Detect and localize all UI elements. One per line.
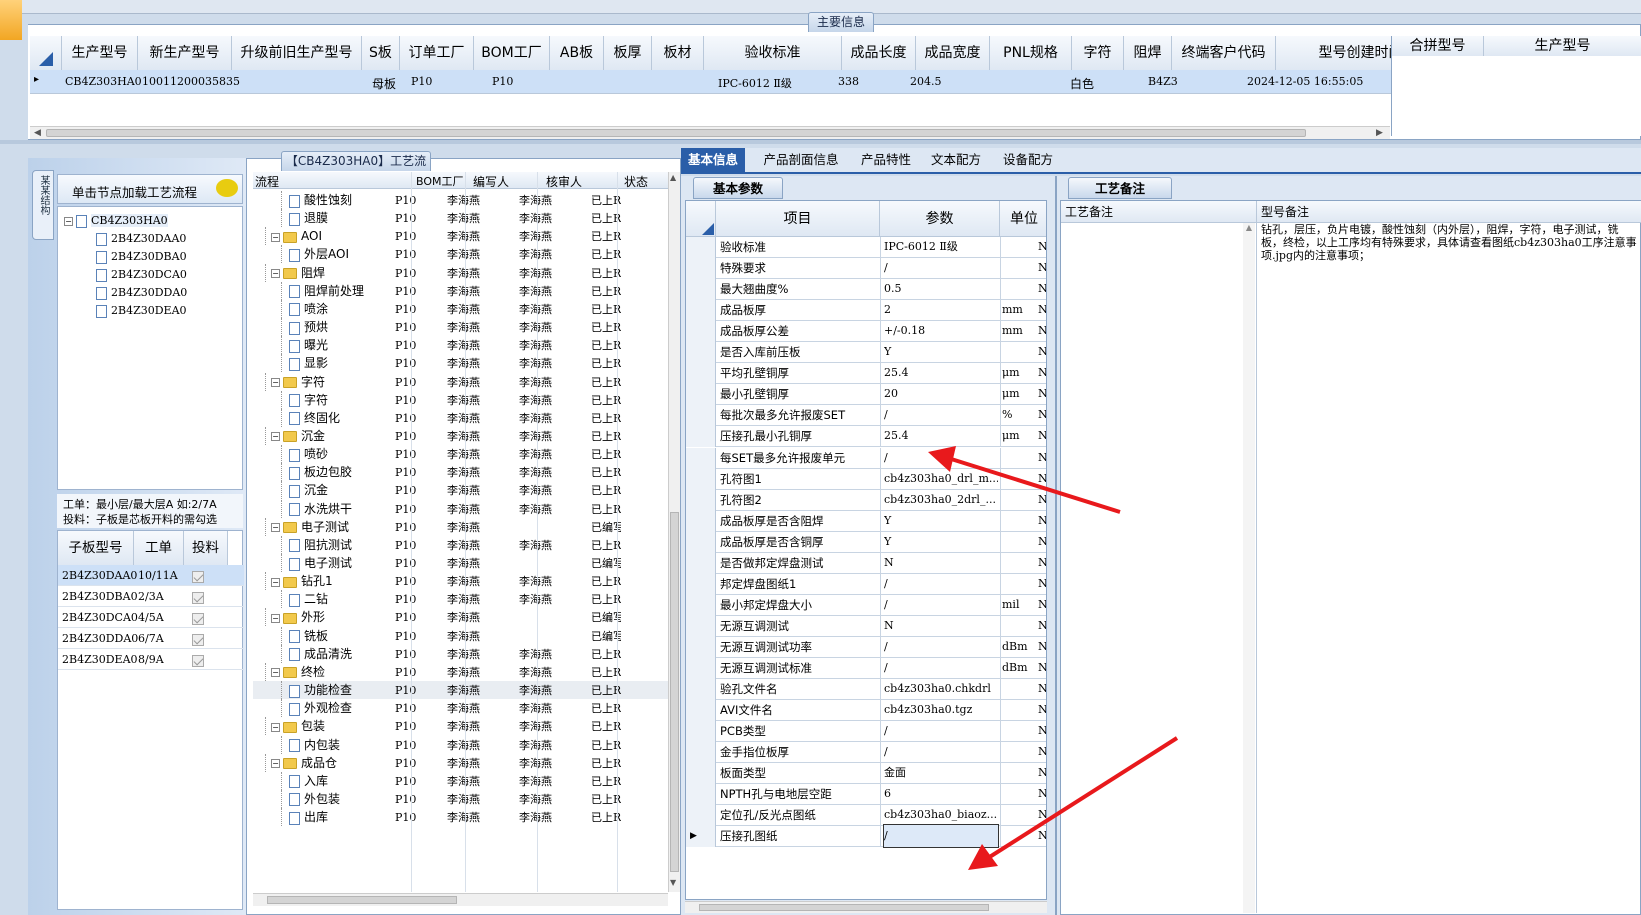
- red-arrow-2: [968, 736, 1179, 870]
- red-arrow-1: [928, 446, 1121, 514]
- annotation-arrows: [928, 446, 1179, 870]
